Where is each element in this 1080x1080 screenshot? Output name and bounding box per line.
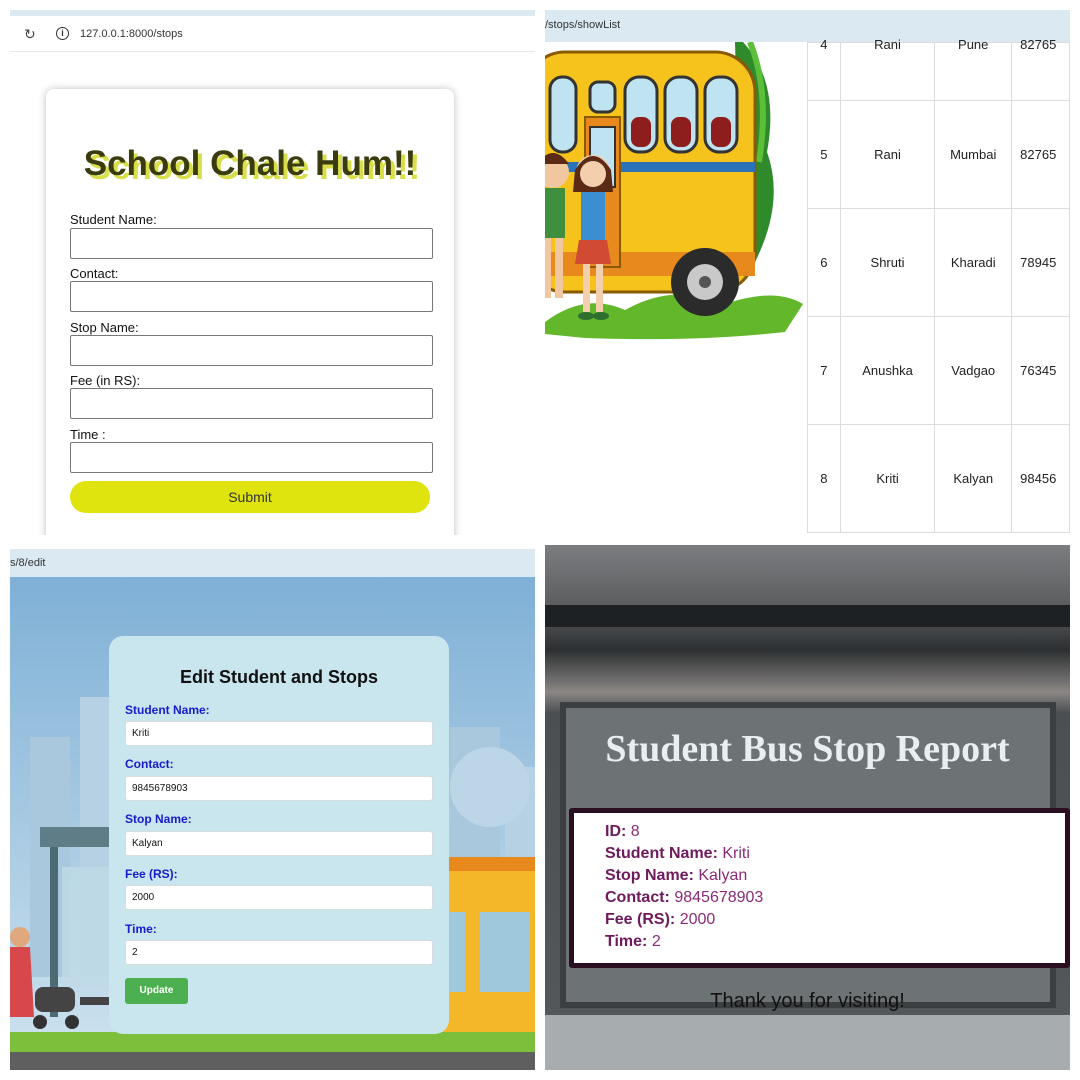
time-label: Time :: [70, 427, 106, 442]
edit-page-screenshot: s/8/edit Edit Student and Stops Student …: [10, 545, 535, 1070]
cell-contact: 82765: [1011, 100, 1070, 209]
contact-input[interactable]: 9845678903: [125, 776, 433, 801]
list-page-screenshot: /stops/showList 4 Rani Pune 82765 5 Rani…: [545, 10, 1070, 535]
fee-input[interactable]: [70, 388, 433, 419]
table-row: 6 Shruti Kharadi 78945: [807, 208, 1070, 317]
table-row: 8 Kriti Kalyan 98456: [807, 424, 1070, 533]
table-row: 7 Anushka Vadgao 76345: [807, 316, 1070, 425]
student-name-input[interactable]: [70, 228, 433, 259]
cell-id: 4: [807, 37, 841, 101]
submit-button[interactable]: Submit: [70, 481, 430, 513]
cell-name: Shruti: [839, 208, 936, 317]
time-input[interactable]: [70, 442, 433, 473]
cell-id: 8: [807, 424, 841, 533]
stop-name-input[interactable]: [70, 335, 433, 366]
address-bar[interactable]: s/8/edit: [10, 549, 535, 577]
form-page-screenshot: ↻ i 127.0.0.1:8000/stops School Chale Hu…: [10, 10, 535, 535]
student-name-label: Student Name:: [70, 212, 157, 227]
table-row: 5 Rani Mumbai 82765: [807, 100, 1070, 209]
edit-card: Edit Student and Stops Student Name: Kri…: [109, 636, 449, 1034]
cell-contact: 78945: [1011, 208, 1070, 317]
site-info-icon[interactable]: i: [56, 27, 69, 40]
cell-id: 5: [807, 100, 841, 209]
stop-name-label: Stop Name:: [70, 320, 139, 335]
school-bus-illustration: [545, 42, 803, 340]
report-row-time: Time: 2: [605, 933, 661, 950]
cell-name: Anushka: [839, 316, 936, 425]
cell-id: 7: [807, 316, 841, 425]
cell-stop: Kharadi: [934, 208, 1013, 317]
stop-name-input[interactable]: Kalyan: [125, 831, 433, 856]
report-row-stop-name: Stop Name: Kalyan: [605, 867, 748, 884]
cell-name: Rani: [839, 100, 936, 209]
registration-card: School Chale Hum!! Student Name: Contact…: [46, 89, 454, 535]
report-row-contact: Contact: 9845678903: [605, 889, 764, 906]
report-page-screenshot: Student Bus Stop Report ID: 8 Student Na…: [545, 545, 1070, 1070]
report-row-fee: Fee (RS): 2000: [605, 911, 716, 928]
fee-label: Fee (RS):: [125, 867, 178, 881]
url-text[interactable]: s/8/edit: [10, 557, 45, 569]
fee-label: Fee (in RS):: [70, 373, 141, 388]
cell-stop: Pune: [934, 37, 1013, 101]
report-row-student-name: Student Name: Kriti: [605, 845, 750, 862]
address-bar[interactable]: /stops/showList: [545, 10, 1070, 42]
report-title: Student Bus Stop Report: [605, 728, 1010, 770]
cell-contact: 82765: [1011, 37, 1070, 101]
cell-stop: Kalyan: [934, 424, 1013, 533]
contact-input[interactable]: [70, 281, 433, 312]
page-title: School Chale Hum!!: [83, 144, 417, 183]
update-button[interactable]: Update: [125, 978, 188, 1004]
cell-name: Rani: [839, 37, 936, 101]
table-row: 4 Rani Pune 82765: [807, 37, 1070, 101]
cell-stop: Mumbai: [934, 100, 1013, 209]
cell-stop: Vadgao: [934, 316, 1013, 425]
time-label: Time:: [125, 922, 157, 936]
cell-id: 6: [807, 208, 841, 317]
stop-name-label: Stop Name:: [125, 812, 192, 826]
report-row-id: ID: 8: [605, 823, 640, 840]
report-box: ID: 8 Student Name: Kriti Stop Name: Kal…: [569, 808, 1070, 968]
url-text[interactable]: 127.0.0.1:8000/stops: [80, 28, 183, 40]
fee-input[interactable]: 2000: [125, 885, 433, 910]
contact-label: Contact:: [70, 266, 119, 281]
cell-contact: 98456: [1011, 424, 1070, 533]
edit-title: Edit Student and Stops: [180, 667, 378, 687]
student-name-input[interactable]: Kriti: [125, 721, 433, 746]
reload-icon[interactable]: ↻: [24, 26, 36, 43]
url-text[interactable]: /stops/showList: [545, 19, 620, 31]
cell-name: Kriti: [839, 424, 936, 533]
time-input[interactable]: 2: [125, 940, 433, 965]
student-name-label: Student Name:: [125, 703, 210, 717]
thank-you-message: Thank you for visiting!: [710, 990, 905, 1012]
stops-table: 4 Rani Pune 82765 5 Rani Mumbai 82765 6 …: [807, 37, 1070, 533]
contact-label: Contact:: [125, 757, 174, 771]
cell-contact: 76345: [1011, 316, 1070, 425]
address-bar[interactable]: ↻ i 127.0.0.1:8000/stops: [10, 16, 535, 52]
